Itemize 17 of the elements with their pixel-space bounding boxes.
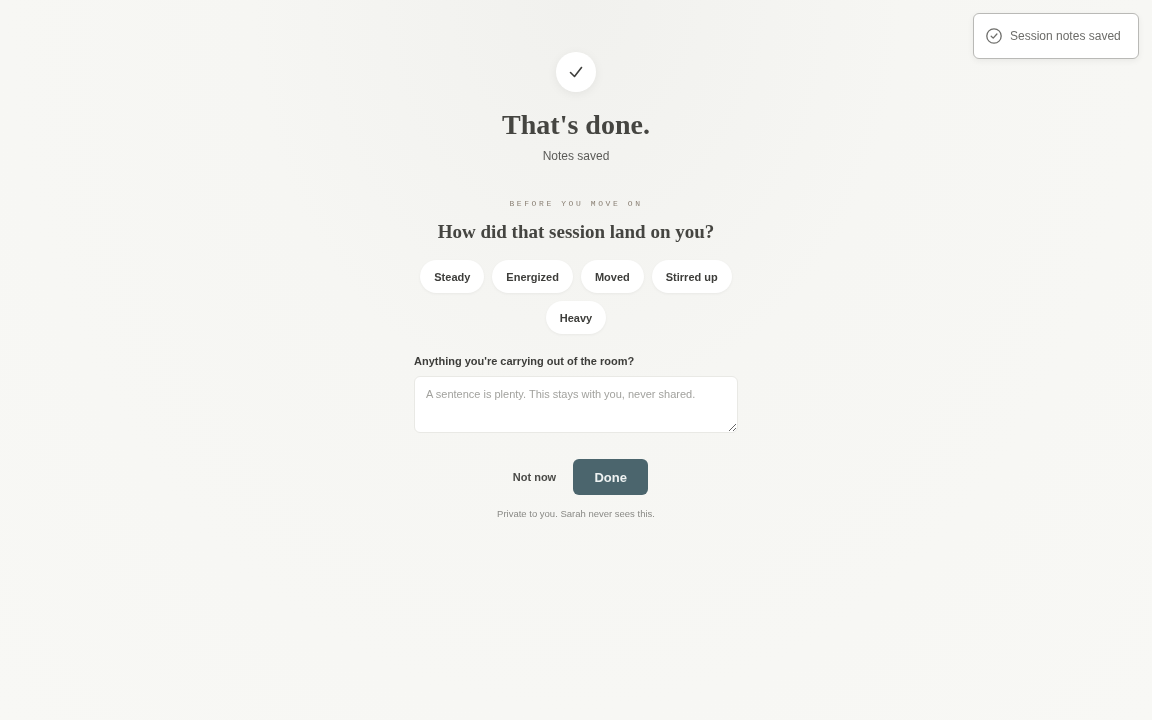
field-label: Anything you're carrying out of the room? [414, 354, 636, 368]
subtitle-text: Notes saved [542, 148, 610, 164]
mood-chip[interactable]: Energized [492, 260, 573, 293]
mood-chip[interactable]: Heavy [545, 301, 607, 334]
privacy-note: Private to you. Sarah never sees this. [497, 507, 655, 520]
question-heading: How did that session land on you? [437, 220, 715, 244]
toast-message: Session notes saved [1010, 29, 1121, 43]
check-circle-icon [986, 28, 1002, 44]
skip-button[interactable]: Not now [503, 462, 566, 492]
check-icon [556, 52, 596, 92]
mood-chip[interactable]: Steady [420, 260, 485, 293]
eyebrow-label: BEFORE YOU MOVE ON [509, 198, 643, 210]
note-textarea[interactable]: A sentence is plenty. This stays with you, never shared. [414, 376, 738, 433]
done-button[interactable]: Done [573, 459, 649, 495]
mood-chip[interactable]: Stirred up [651, 260, 732, 293]
mood-chip[interactable]: Moved [580, 260, 644, 293]
heading: That's done. [502, 108, 650, 142]
